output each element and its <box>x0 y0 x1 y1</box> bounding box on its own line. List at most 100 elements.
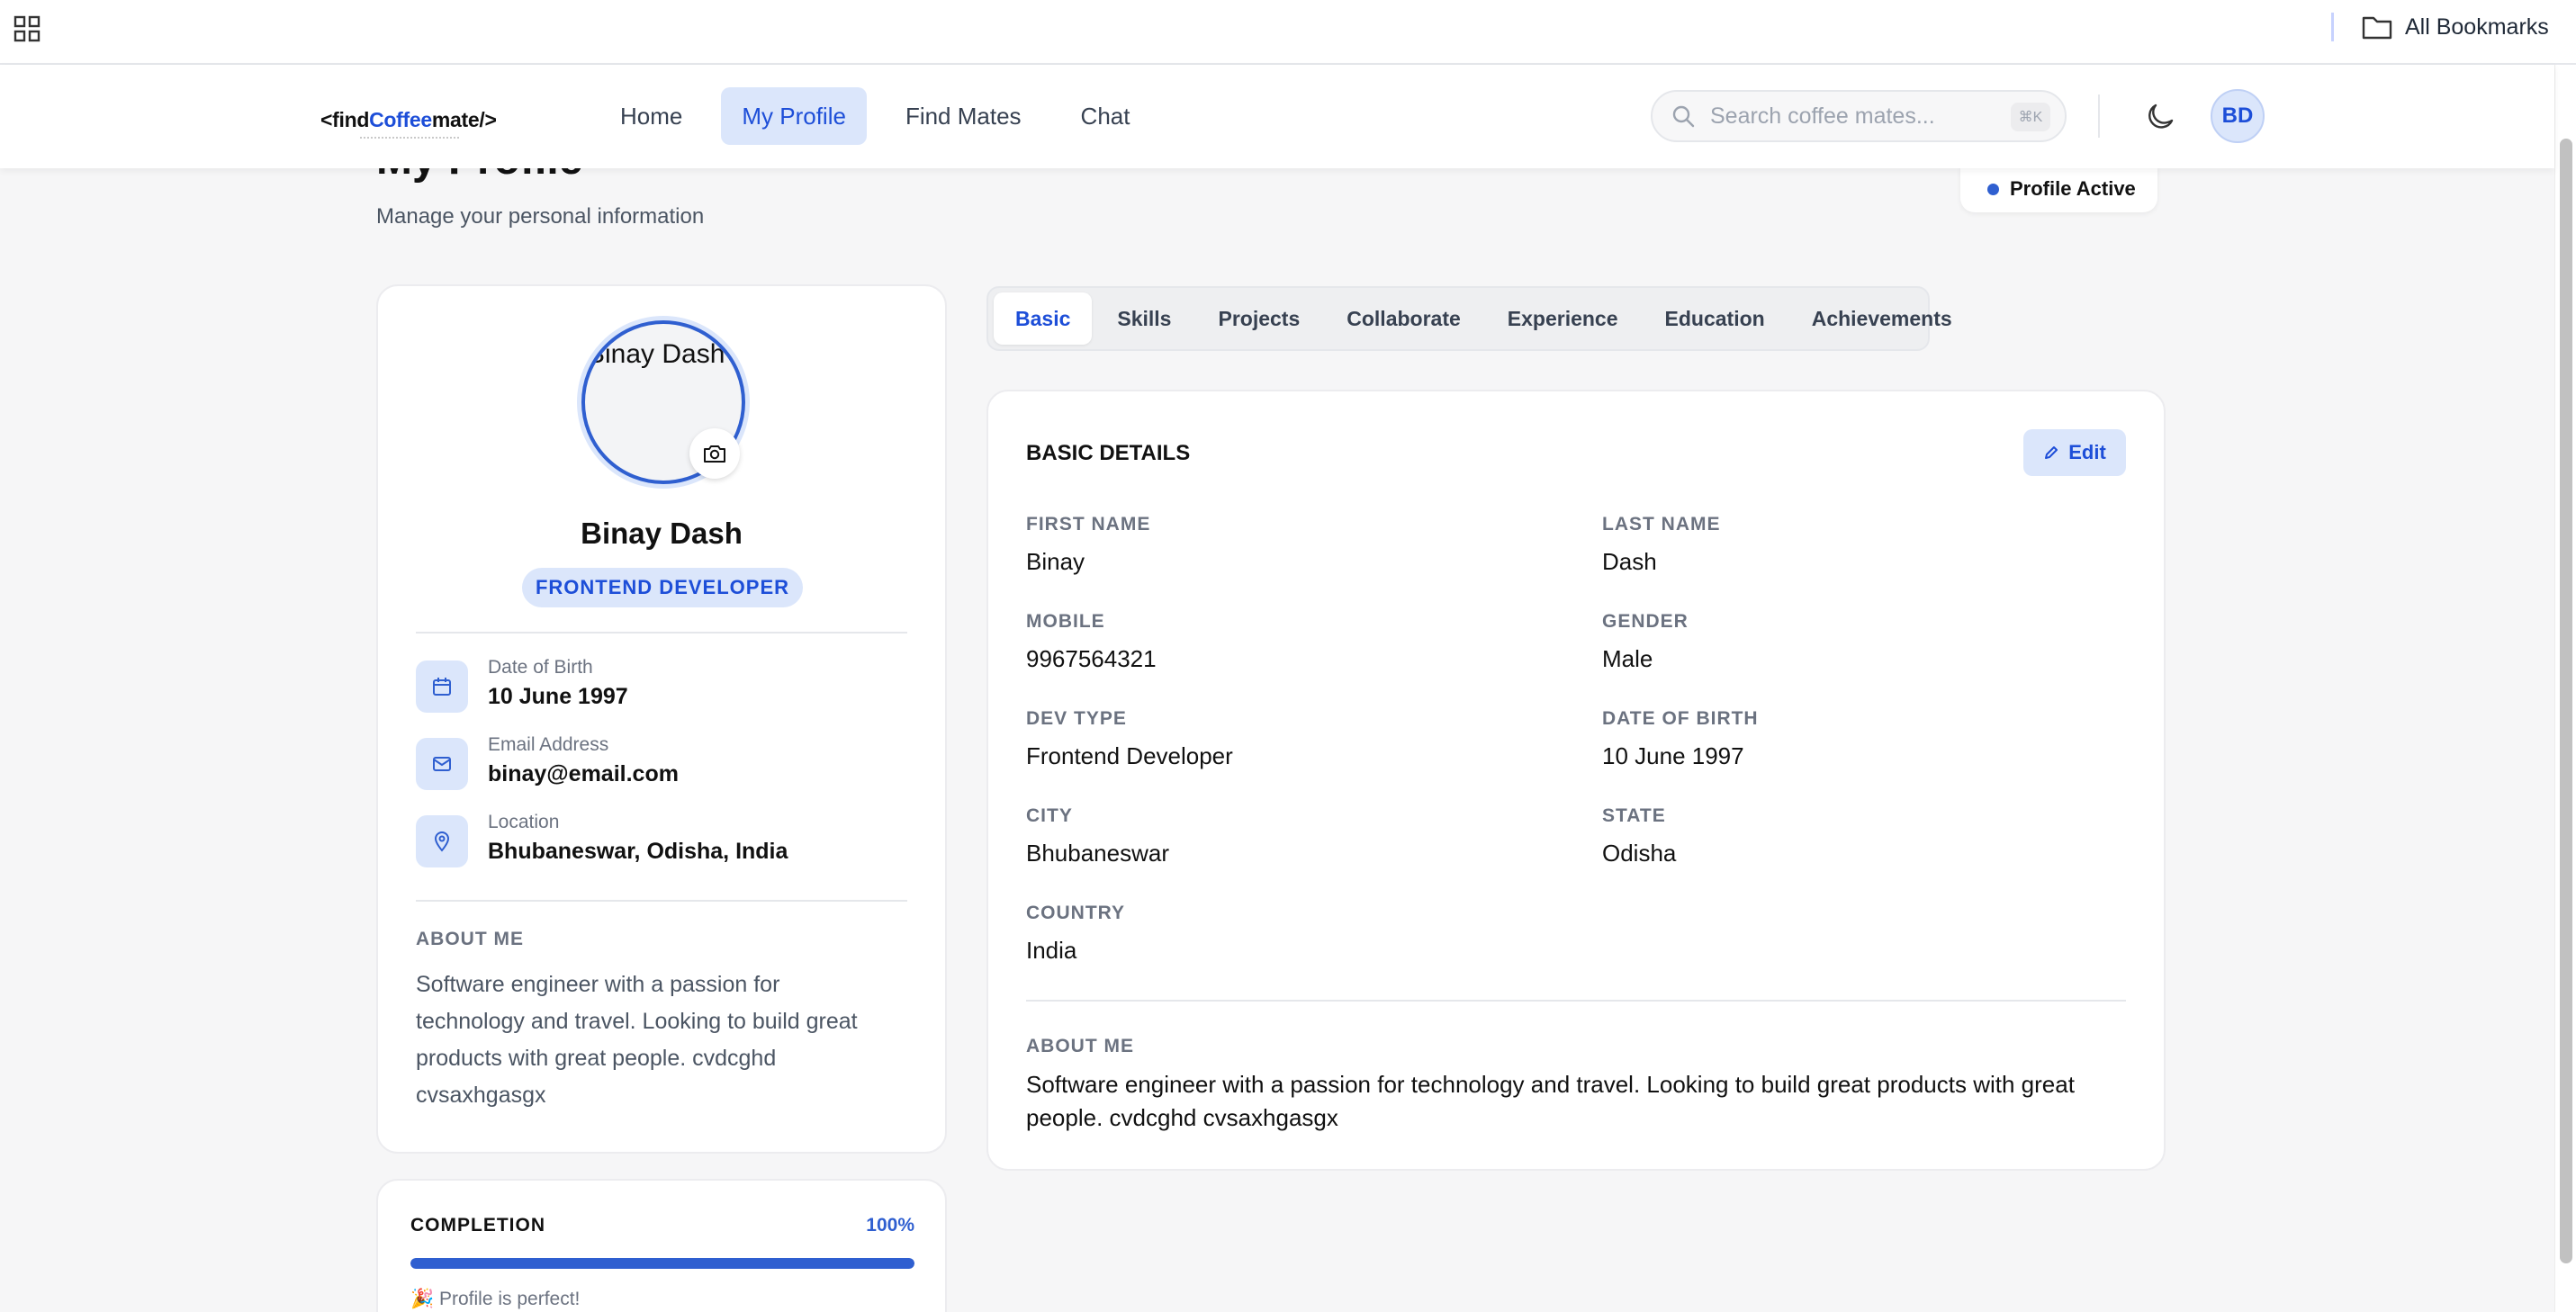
search-placeholder: Search coffee mates... <box>1710 103 1935 129</box>
completion-percent: 100% <box>866 1215 914 1236</box>
profile-tabs: Basic Skills Projects Collaborate Experi… <box>986 286 1952 351</box>
calendar-icon <box>416 660 468 713</box>
info-label: Location <box>488 812 560 832</box>
field-value: India <box>1026 937 1077 964</box>
field-label: GENDER <box>1602 611 1689 632</box>
field-state: STATE Odisha <box>1602 805 1676 867</box>
field-value: 9967564321 <box>1026 645 1157 672</box>
search-shortcut-badge: ⌘K <box>2011 103 2050 131</box>
field-value: Dash <box>1602 548 1657 575</box>
profile-photo-alt: Binay Dash <box>587 339 725 369</box>
page-subtitle: Manage your personal information <box>376 204 705 229</box>
field-value: Binay <box>1026 548 1085 575</box>
field-label: MOBILE <box>1026 611 1105 632</box>
completion-message: 🎉 Profile is perfect! <box>410 1289 581 1309</box>
divider <box>416 632 907 634</box>
info-row-email: Email Address binay@email.com <box>416 732 907 797</box>
nav-my-profile[interactable]: My Profile <box>721 87 867 145</box>
field-city: CITY Bhubaneswar <box>1026 805 1169 867</box>
apps-grid-icon[interactable] <box>13 14 41 43</box>
field-label: DEV TYPE <box>1026 708 1127 729</box>
folder-icon <box>2362 16 2392 40</box>
about-me-text: Software engineer with a passion for tec… <box>1026 1071 2075 1131</box>
field-label: DATE OF BIRTH <box>1602 708 1759 729</box>
bookmarks-bar: All Bookmarks <box>0 0 2576 65</box>
all-bookmarks-label: All Bookmarks <box>2405 13 2549 40</box>
app-logo[interactable]: <findCoffeemate/> <box>320 108 497 132</box>
info-row-location: Location Bhubaneswar, Odisha, India <box>416 810 907 875</box>
basic-details-title: BASIC DETAILS <box>1026 441 1191 465</box>
pencil-icon <box>2045 446 2058 459</box>
tab-experience[interactable]: Experience <box>1486 292 1640 345</box>
profile-status-badge: Profile Active <box>1960 166 2157 212</box>
nav-chat[interactable]: Chat <box>1060 87 1151 145</box>
field-label: STATE <box>1602 805 1666 826</box>
moon-icon[interactable] <box>2144 101 2176 133</box>
basic-details-card: BASIC DETAILS Edit FIRST NAME Binay LAST… <box>986 390 2166 1171</box>
bookmarks-divider <box>2331 13 2334 41</box>
field-value: 10 June 1997 <box>1602 742 1744 769</box>
field-country: COUNTRY India <box>1026 903 1125 965</box>
profile-summary-card: Binay Dash Binay Dash FRONTEND DEVELOPER… <box>376 284 947 1154</box>
nav-find-mates[interactable]: Find Mates <box>885 87 1042 145</box>
logo-brand: Coffee <box>369 108 432 131</box>
search-input[interactable]: Search coffee mates... ⌘K <box>1651 90 2067 142</box>
field-dev-type: DEV TYPE Frontend Developer <box>1026 708 1233 770</box>
main-nav: Home My Profile Find Mates Chat <box>599 87 1150 145</box>
profile-name: Binay Dash <box>581 517 743 550</box>
logo-suffix: mate/> <box>431 108 497 131</box>
app-header: <findCoffeemate/> Home My Profile Find M… <box>0 65 2554 168</box>
page-scrollbar[interactable] <box>2554 65 2576 1312</box>
about-me-label: ABOUT ME <box>1026 1036 1134 1056</box>
completion-card: COMPLETION 100% 🎉 Profile is perfect! <box>376 1179 947 1312</box>
map-pin-icon <box>416 815 468 867</box>
info-value: Bhubaneswar, Odisha, India <box>488 839 788 864</box>
field-label: LAST NAME <box>1602 514 1721 535</box>
field-label: COUNTRY <box>1026 903 1126 923</box>
field-value: Odisha <box>1602 840 1677 867</box>
all-bookmarks-button[interactable]: All Bookmarks <box>2362 11 2549 43</box>
info-value: 10 June 1997 <box>488 684 628 709</box>
nav-home[interactable]: Home <box>599 87 703 145</box>
field-label: CITY <box>1026 805 1073 826</box>
field-label: FIRST NAME <box>1026 514 1151 535</box>
edit-button[interactable]: Edit <box>2023 429 2126 476</box>
logo-prefix: <find <box>320 108 370 131</box>
completion-progress-fill <box>410 1258 914 1269</box>
user-avatar[interactable]: BD <box>2211 89 2265 143</box>
tab-projects[interactable]: Projects <box>1196 292 1321 345</box>
about-me-text: Software engineer with a passion for tec… <box>416 972 858 1108</box>
mail-icon <box>416 738 468 790</box>
tab-education[interactable]: Education <box>1644 292 1787 345</box>
field-first-name: FIRST NAME Binay <box>1026 514 1150 576</box>
camera-icon <box>704 445 725 463</box>
tab-collaborate[interactable]: Collaborate <box>1325 292 1482 345</box>
tab-skills[interactable]: Skills <box>1095 292 1193 345</box>
field-date-of-birth: DATE OF BIRTH 10 June 1997 <box>1602 708 1759 770</box>
tab-achievements[interactable]: Achievements <box>1790 292 1974 345</box>
edit-button-label: Edit <box>2068 441 2106 463</box>
field-gender: GENDER Male <box>1602 611 1689 673</box>
role-badge: FRONTEND DEVELOPER <box>522 568 803 607</box>
divider <box>416 900 907 902</box>
info-value: binay@email.com <box>488 761 679 786</box>
scrollbar-thumb[interactable] <box>2560 139 2572 1263</box>
logo-underline <box>360 137 459 139</box>
field-value: Male <box>1602 645 1653 672</box>
field-value: Bhubaneswar <box>1026 840 1169 867</box>
field-last-name: LAST NAME Dash <box>1602 514 1721 576</box>
tab-basic[interactable]: Basic <box>994 292 1093 345</box>
search-icon <box>1672 105 1695 128</box>
info-label: Email Address <box>488 734 609 755</box>
header-divider <box>2098 94 2100 138</box>
completion-progress-bar <box>410 1258 914 1269</box>
field-mobile: MOBILE 9967564321 <box>1026 611 1157 673</box>
divider <box>1026 1000 2126 1002</box>
status-dot <box>1987 183 1999 195</box>
profile-status-label: Profile Active <box>2010 177 2136 200</box>
completion-title: COMPLETION <box>410 1215 545 1236</box>
info-label: Date of Birth <box>488 657 593 678</box>
info-row-dob: Date of Birth 10 June 1997 <box>416 655 907 720</box>
about-me-label: ABOUT ME <box>416 929 524 949</box>
change-photo-button[interactable] <box>689 428 740 479</box>
